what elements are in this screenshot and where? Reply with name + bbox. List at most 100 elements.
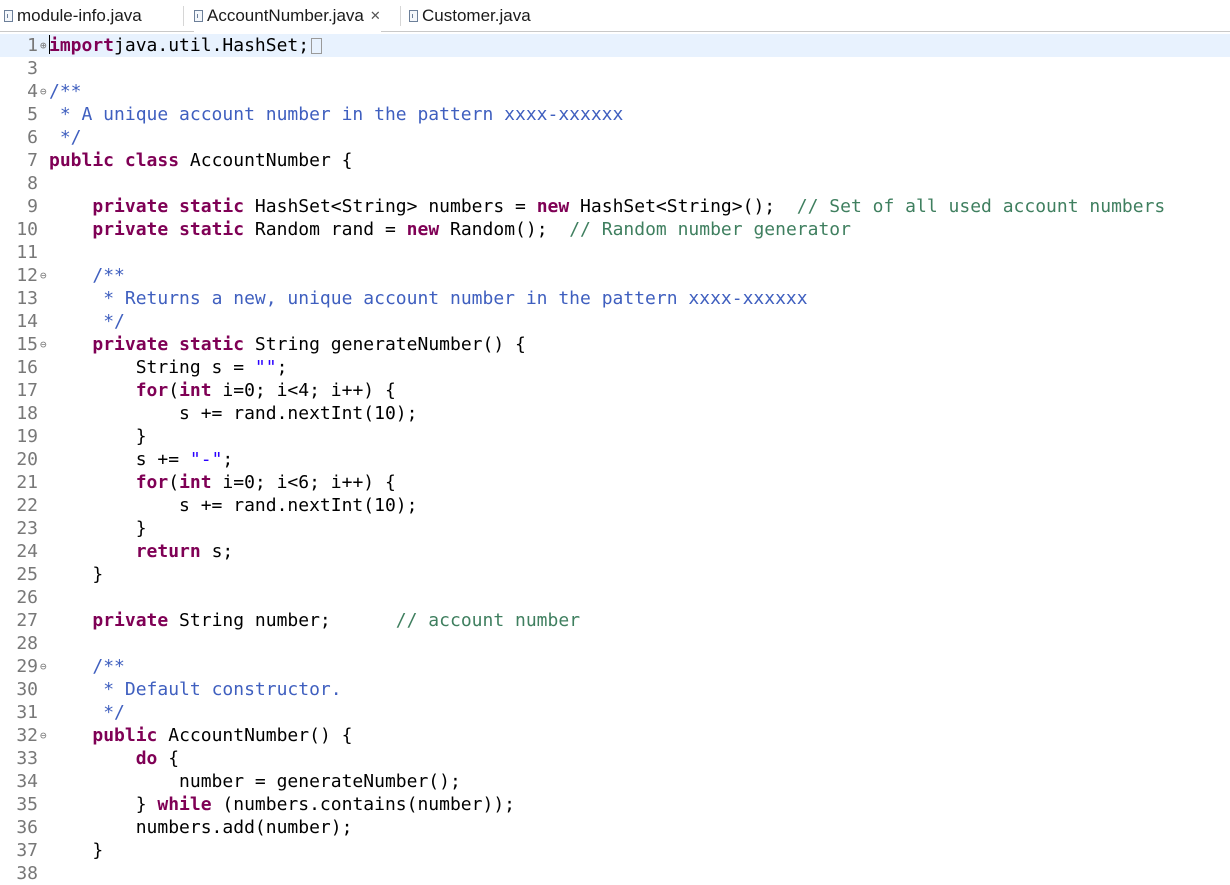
code-line[interactable]: 29 ⊖ /** xyxy=(0,655,1230,678)
code-line[interactable]: 15 ⊖ private static String generateNumber… xyxy=(0,333,1230,356)
javadoc-token: /** xyxy=(49,81,82,102)
tab-account-number[interactable]: AccountNumber.java ✕ xyxy=(194,0,381,32)
line-number: 20 xyxy=(16,449,38,470)
code-line[interactable]: 12 ⊖ /** xyxy=(0,264,1230,287)
keyword-token: int xyxy=(179,380,212,401)
line-number: 27 xyxy=(16,610,38,631)
code-token: number = generateNumber(); xyxy=(49,771,461,792)
code-token: AccountNumber() { xyxy=(157,725,353,746)
code-line[interactable]: 16 String s = ""; xyxy=(0,356,1230,379)
java-file-icon xyxy=(409,10,418,22)
code-text: } while (numbers.contains(number)); xyxy=(49,793,515,816)
code-line[interactable]: 7 public class AccountNumber { xyxy=(0,149,1230,172)
code-line[interactable]: 35 } while (numbers.contains(number)); xyxy=(0,793,1230,816)
code-line[interactable]: 11 xyxy=(0,241,1230,264)
tab-module-info[interactable]: module-info.java xyxy=(4,0,142,32)
code-line[interactable]: 6 */ xyxy=(0,126,1230,149)
code-line[interactable]: 3 xyxy=(0,57,1230,80)
code-editor[interactable]: 1 ⊕ importjava.util.HashSet; 3 4 ⊖/** 5 * A un… xyxy=(0,33,1230,885)
code-line[interactable]: 19 } xyxy=(0,425,1230,448)
code-line[interactable]: 36 numbers.add(number); xyxy=(0,816,1230,839)
code-token: ( xyxy=(168,472,180,493)
javadoc-token: /** xyxy=(92,265,125,286)
collapse-fold-icon[interactable]: ⊖ xyxy=(40,333,47,356)
code-text: * A unique account number in the pattern… xyxy=(49,103,624,126)
code-line[interactable]: 22 s += rand.nextInt(10); xyxy=(0,494,1230,517)
line-number: 11 xyxy=(16,242,38,263)
tab-customer[interactable]: Customer.java xyxy=(409,0,531,32)
code-line[interactable]: 21 for(int i=0; i<6; i++) { xyxy=(0,471,1230,494)
javadoc-token: /** xyxy=(92,656,125,677)
code-line[interactable]: 9 private static HashSet<String> numbers… xyxy=(0,195,1230,218)
code-token: } xyxy=(49,840,104,861)
code-token: s += xyxy=(49,449,190,470)
collapse-fold-icon[interactable]: ⊖ xyxy=(40,724,47,747)
collapse-fold-icon[interactable]: ⊖ xyxy=(40,264,47,287)
line-number: 14 xyxy=(16,311,38,332)
code-line[interactable]: 25 } xyxy=(0,563,1230,586)
code-line[interactable]: 37 } xyxy=(0,839,1230,862)
code-line[interactable]: 20 s += "-"; xyxy=(0,448,1230,471)
keyword-token: int xyxy=(179,472,212,493)
collapsed-imports-indicator[interactable] xyxy=(311,38,323,54)
code-line[interactable]: 32 ⊖ public AccountNumber() { xyxy=(0,724,1230,747)
line-number: 31 xyxy=(16,702,38,723)
comment-token: // account number xyxy=(395,610,581,631)
code-token: ( xyxy=(168,380,180,401)
string-token: "-" xyxy=(189,449,223,470)
line-number: 36 xyxy=(16,817,38,838)
code-line[interactable]: 8 xyxy=(0,172,1230,195)
keyword-token: public xyxy=(49,150,115,171)
code-line[interactable]: 28 xyxy=(0,632,1230,655)
code-line[interactable]: 5 * A unique account number in the patte… xyxy=(0,103,1230,126)
keyword-token: public xyxy=(92,725,158,746)
code-text: for(int i=0; i<6; i++) { xyxy=(49,471,396,494)
code-line[interactable]: 38 xyxy=(0,862,1230,885)
code-line[interactable]: 24 return s; xyxy=(0,540,1230,563)
code-line[interactable]: 27 private String number; // account num… xyxy=(0,609,1230,632)
line-number: 33 xyxy=(16,748,38,769)
code-line[interactable]: 33 do { xyxy=(0,747,1230,770)
keyword-token: static xyxy=(179,219,245,240)
code-line[interactable]: 23 } xyxy=(0,517,1230,540)
line-number: 6 xyxy=(27,127,38,148)
close-icon[interactable]: ✕ xyxy=(370,8,381,24)
line-number: 23 xyxy=(16,518,38,539)
collapse-fold-icon[interactable]: ⊖ xyxy=(40,80,47,103)
code-line[interactable]: 4 ⊖/** xyxy=(0,80,1230,103)
code-token: HashSet<String>(); xyxy=(569,196,797,217)
expand-fold-icon[interactable]: ⊕ xyxy=(40,34,47,57)
code-line[interactable]: 13 * Returns a new, unique account numbe… xyxy=(0,287,1230,310)
code-token: } xyxy=(49,518,147,539)
code-token: numbers.add(number); xyxy=(49,817,353,838)
code-line[interactable]: 31 */ xyxy=(0,701,1230,724)
code-text: importjava.util.HashSet; xyxy=(49,34,323,57)
code-text: } xyxy=(49,425,147,448)
code-token: i=0; i<4; i++) { xyxy=(211,380,396,401)
javadoc-token: * A unique account number in the pattern… xyxy=(49,104,624,125)
code-token: } xyxy=(49,564,104,585)
code-line[interactable]: 10 private static Random rand = new Rand… xyxy=(0,218,1230,241)
keyword-token: private xyxy=(92,610,169,631)
code-line[interactable]: 18 s += rand.nextInt(10); xyxy=(0,402,1230,425)
collapse-fold-icon[interactable]: ⊖ xyxy=(40,655,47,678)
code-line[interactable]: 14 */ xyxy=(0,310,1230,333)
code-text: } xyxy=(49,839,103,862)
code-line[interactable]: 1 ⊕ importjava.util.HashSet; xyxy=(0,34,1230,57)
code-token: String generateNumber() { xyxy=(244,334,526,355)
line-number: 17 xyxy=(16,380,38,401)
code-line[interactable]: 26 xyxy=(0,586,1230,609)
code-line[interactable]: 34 number = generateNumber(); xyxy=(0,770,1230,793)
code-line[interactable]: 30 * Default constructor. xyxy=(0,678,1230,701)
code-line[interactable]: 17 for(int i=0; i<4; i++) { xyxy=(0,379,1230,402)
code-text: } xyxy=(49,563,103,586)
code-text: do { xyxy=(49,747,179,770)
keyword-token: new xyxy=(536,196,570,217)
